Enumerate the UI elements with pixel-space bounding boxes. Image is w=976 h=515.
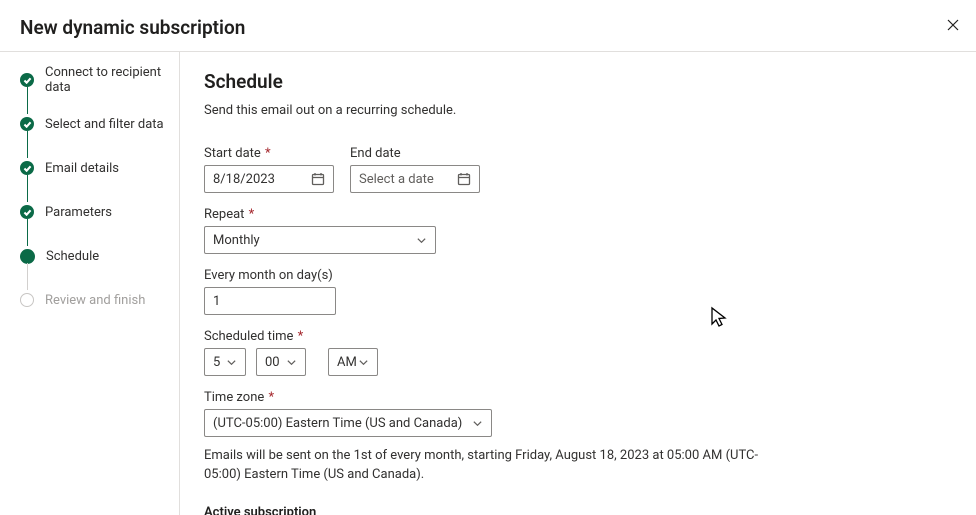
timezone-value: (UTC-05:00) Eastern Time (US and Canada) — [213, 416, 462, 431]
check-icon — [20, 161, 34, 175]
ampm-select[interactable]: AM — [328, 348, 378, 376]
check-icon — [20, 73, 34, 87]
step-select-filter-data[interactable]: Select and filter data — [20, 114, 179, 134]
chevron-down-icon — [226, 357, 237, 368]
minute-select[interactable]: 00 — [256, 348, 306, 376]
step-connect-recipient-data[interactable]: Connect to recipient data — [20, 70, 179, 90]
hour-value: 5 — [213, 355, 220, 370]
step-schedule[interactable]: Schedule — [20, 246, 179, 266]
end-date-input[interactable]: Select a date — [350, 165, 480, 193]
chevron-down-icon — [286, 357, 297, 368]
repeat-select[interactable]: Monthly — [204, 226, 436, 254]
schedule-summary: Emails will be sent on the 1st of every … — [204, 447, 764, 485]
step-review-finish[interactable]: Review and finish — [20, 290, 179, 310]
current-step-icon — [20, 249, 35, 264]
scheduled-time-label: Scheduled time * — [204, 329, 956, 344]
step-label: Review and finish — [45, 293, 145, 308]
every-label: Every month on day(s) — [204, 268, 956, 283]
step-label: Schedule — [46, 249, 99, 264]
calendar-icon — [457, 172, 471, 186]
calendar-icon — [311, 172, 325, 186]
minute-value: 00 — [265, 355, 280, 370]
start-date-value: 8/18/2023 — [213, 172, 275, 187]
start-date-label: Start date * — [204, 146, 334, 161]
close-icon — [946, 18, 960, 32]
step-label: Select and filter data — [45, 117, 164, 132]
step-label: Connect to recipient data — [45, 65, 179, 95]
repeat-label: Repeat * — [204, 207, 956, 222]
check-icon — [20, 117, 34, 131]
end-date-placeholder: Select a date — [359, 172, 434, 187]
step-email-details[interactable]: Email details — [20, 158, 179, 178]
timezone-label: Time zone * — [204, 390, 956, 405]
ampm-value: AM — [337, 355, 357, 370]
timezone-select[interactable]: (UTC-05:00) Eastern Time (US and Canada) — [204, 409, 492, 437]
repeat-value: Monthly — [213, 233, 260, 248]
step-label: Parameters — [45, 205, 112, 220]
chevron-down-icon — [358, 357, 369, 368]
upcoming-step-icon — [20, 293, 34, 307]
chevron-down-icon — [416, 235, 427, 246]
page-title: New dynamic subscription — [20, 16, 245, 39]
close-button[interactable] — [944, 16, 962, 34]
start-date-input[interactable]: 8/18/2023 — [204, 165, 334, 193]
main-content: Schedule Send this email out on a recurr… — [180, 52, 976, 515]
section-subtitle: Send this email out on a recurring sched… — [204, 103, 956, 118]
step-parameters[interactable]: Parameters — [20, 202, 179, 222]
hour-select[interactable]: 5 — [204, 348, 246, 376]
wizard-sidebar: Connect to recipient data Select and fil… — [0, 52, 180, 515]
every-day-input[interactable]: 1 — [204, 287, 336, 315]
step-label: Email details — [45, 161, 119, 176]
chevron-down-icon — [472, 418, 483, 429]
end-date-label: End date — [350, 146, 480, 161]
every-day-value: 1 — [213, 294, 220, 309]
check-icon — [20, 205, 34, 219]
section-title: Schedule — [204, 70, 956, 93]
